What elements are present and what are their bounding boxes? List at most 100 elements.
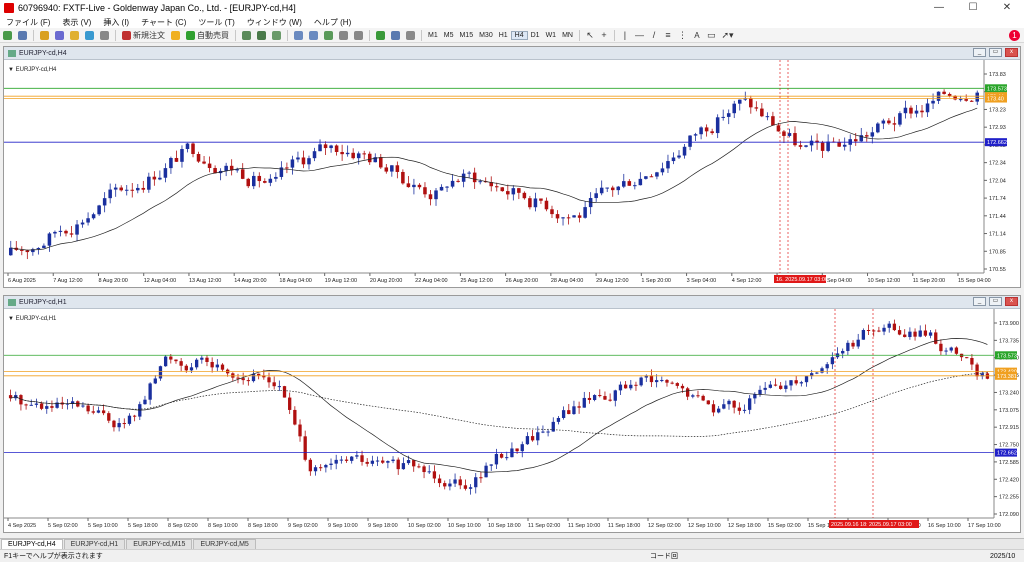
- time-tick-label: 12 Sep 10:00: [688, 523, 721, 529]
- chart-minimize-button[interactable]: _: [973, 48, 986, 57]
- time-tick-label: 8 Sep 18:00: [248, 523, 278, 529]
- candlestick-icon[interactable]: [255, 29, 268, 41]
- candle-body: [732, 103, 737, 114]
- candle-body: [323, 144, 328, 149]
- candle-body: [395, 165, 400, 172]
- candle-body: [334, 145, 339, 153]
- terminal-icon[interactable]: [83, 29, 96, 41]
- horizontal-line-icon[interactable]: —: [633, 29, 646, 41]
- tab-eurjpy-h4[interactable]: EURJPY-cd,H4: [1, 539, 63, 549]
- candle-body: [841, 350, 845, 354]
- time-tick-label: 13 Aug 12:00: [189, 278, 221, 284]
- candle-body: [627, 181, 632, 186]
- candle-body: [251, 175, 256, 187]
- tab-eurjpy-h1[interactable]: EURJPY-cd,H1: [63, 539, 126, 549]
- candle-body: [546, 431, 550, 433]
- zoom-in-icon[interactable]: [292, 29, 305, 41]
- menu-chart[interactable]: チャート (C): [135, 17, 192, 28]
- data-window-icon[interactable]: [53, 29, 66, 41]
- fibonacci-icon[interactable]: ⋮: [676, 29, 689, 41]
- candle-body: [207, 163, 212, 169]
- candle-body: [949, 347, 953, 351]
- templates-icon[interactable]: [404, 29, 417, 41]
- candle-body: [706, 400, 710, 405]
- tester-icon[interactable]: [98, 29, 111, 41]
- close-button[interactable]: ✕: [990, 0, 1024, 16]
- minimize-button[interactable]: —: [922, 0, 956, 16]
- line-chart-icon[interactable]: [270, 29, 283, 41]
- candle-body: [80, 222, 85, 225]
- timeframe-d1[interactable]: D1: [528, 32, 543, 39]
- candle-body: [773, 384, 778, 386]
- new-order-button[interactable]: 新規注文: [120, 29, 167, 41]
- menu-window[interactable]: ウィンドウ (W): [241, 17, 308, 28]
- vertical-line-icon[interactable]: |: [619, 29, 631, 41]
- market-watch-icon[interactable]: [38, 29, 51, 41]
- notification-badge[interactable]: 1: [1009, 30, 1020, 41]
- new-chart-icon[interactable]: [1, 29, 14, 41]
- timeframe-m15[interactable]: M15: [456, 32, 476, 39]
- candle-body: [682, 146, 687, 156]
- chart-window-h1[interactable]: EURJPY-cd,H1 _ ▭ x ▼ EURJPY-cd,H1 173.900…: [3, 295, 1021, 533]
- arrows-icon[interactable]: ➚▾: [719, 29, 735, 41]
- channel-icon[interactable]: ≡: [662, 29, 674, 41]
- tab-eurjpy-m15[interactable]: EURJPY-cd,M15: [126, 539, 193, 549]
- candle-body: [691, 395, 695, 397]
- candle-body: [887, 323, 891, 328]
- price-tick-label: 172.915: [999, 425, 1019, 431]
- candle-body: [25, 250, 30, 253]
- autoscroll-icon[interactable]: [337, 29, 350, 41]
- candle-body: [91, 214, 96, 219]
- timeframe-h1[interactable]: H1: [496, 32, 511, 39]
- candle-body: [463, 485, 468, 489]
- candle-body: [184, 365, 188, 371]
- menu-help[interactable]: ヘルプ (H): [308, 17, 357, 28]
- maximize-button[interactable]: ☐: [956, 0, 990, 16]
- candle-body: [69, 233, 74, 235]
- zoom-out-icon[interactable]: [307, 29, 320, 41]
- timeframe-m5[interactable]: M5: [441, 32, 457, 39]
- label-tool-icon[interactable]: ▭: [705, 29, 718, 41]
- menu-file[interactable]: ファイル (F): [0, 17, 56, 28]
- candle-body: [711, 404, 716, 413]
- price-tick-label: 171.74: [989, 196, 1006, 202]
- candle-body: [251, 373, 256, 382]
- auto-trade-button[interactable]: 自動売買: [184, 29, 231, 41]
- chart-shift-icon[interactable]: [352, 29, 365, 41]
- menu-view[interactable]: 表示 (V): [56, 17, 97, 28]
- navigator-icon[interactable]: [68, 29, 81, 41]
- trendline-icon[interactable]: /: [648, 29, 660, 41]
- chart-close-button[interactable]: x: [1005, 297, 1018, 306]
- candle-body: [908, 331, 912, 338]
- timeframe-m1[interactable]: M1: [425, 32, 441, 39]
- chart-restore-button[interactable]: ▭: [989, 48, 1002, 57]
- chart-window-h4[interactable]: EURJPY-cd,H4 _ ▭ x ▼ EURJPY-cd,H4 173.83 1…: [3, 46, 1021, 288]
- candle-body: [721, 116, 725, 118]
- menu-tools[interactable]: ツール (T): [192, 17, 240, 28]
- chart-minimize-button[interactable]: _: [973, 297, 986, 306]
- timeframe-w1[interactable]: W1: [543, 32, 560, 39]
- candle-body: [412, 460, 416, 467]
- time-tick-label: 10 Sep 02:00: [408, 523, 441, 529]
- bar-chart-icon[interactable]: [240, 29, 253, 41]
- metaeditor-icon[interactable]: [169, 29, 182, 41]
- text-tool-icon[interactable]: A: [691, 29, 703, 41]
- periods-icon[interactable]: [389, 29, 402, 41]
- tab-eurjpy-m5[interactable]: EURJPY-cd,M5: [193, 539, 256, 549]
- menu-insert[interactable]: 挿入 (I): [97, 17, 135, 28]
- tile-windows-icon[interactable]: [322, 29, 335, 41]
- indicators-icon[interactable]: [374, 29, 387, 41]
- timeframe-h4[interactable]: H4: [510, 30, 528, 40]
- timeframe-mn[interactable]: MN: [559, 32, 576, 39]
- candle-body: [205, 357, 209, 362]
- chart-restore-button[interactable]: ▭: [989, 297, 1002, 306]
- chart-close-button[interactable]: x: [1005, 48, 1018, 57]
- title-bar: 60796940: FXTF-Live - Goldenway Japan Co…: [0, 0, 1024, 16]
- crosshair-icon[interactable]: +: [598, 29, 610, 41]
- price-chart-h4[interactable]: ▼ EURJPY-cd,H4173.83173.53173.23172.9317…: [4, 60, 1020, 287]
- cursor-icon[interactable]: ↖: [584, 29, 596, 41]
- candle-body: [474, 477, 478, 488]
- price-chart-h1[interactable]: ▼ EURJPY-cd,H1173.900173.735173.570173.4…: [4, 309, 1020, 532]
- profiles-icon[interactable]: [16, 29, 29, 41]
- timeframe-m30[interactable]: M30: [476, 32, 496, 39]
